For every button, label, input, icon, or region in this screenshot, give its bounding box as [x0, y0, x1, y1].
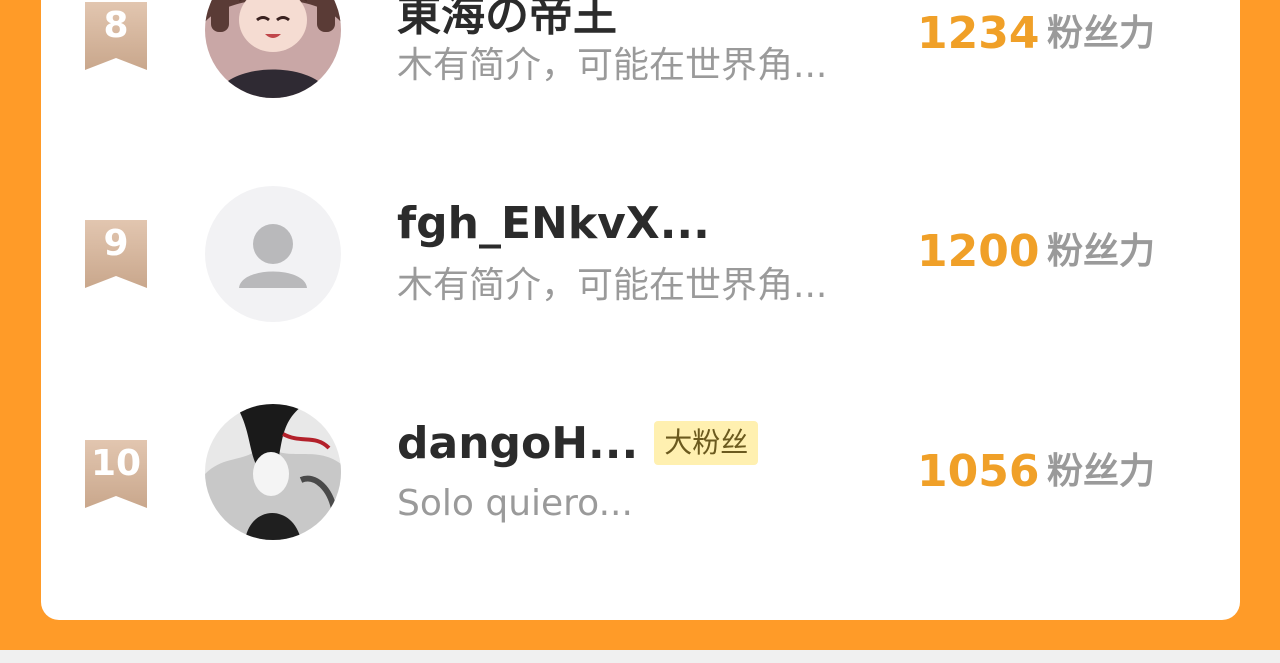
user-name[interactable]: fgh_ENkvX... [397, 198, 710, 250]
fan-score-unit: 粉丝力 [1047, 451, 1156, 492]
leaderboard-row[interactable]: 8 東海の帝王 木有简介，可能在世界角... 1234 粉丝力 [41, 0, 1240, 110]
rank-number: 10 [90, 443, 142, 484]
fan-score-unit: 粉丝力 [1047, 231, 1156, 272]
leaderboard-card: 8 東海の帝王 木有简介，可能在世界角... 1234 粉丝力 9 fgh_EN… [41, 0, 1240, 620]
user-name[interactable]: dangoH... 大粉丝 [397, 418, 759, 470]
fan-score-unit: 粉丝力 [1047, 13, 1156, 54]
user-bio: Solo quiero... [397, 483, 633, 524]
rank-badge: 10 [85, 440, 147, 508]
rank-badge: 9 [85, 220, 147, 288]
rank-number: 8 [103, 5, 129, 46]
fan-score: 1234 [917, 8, 1040, 59]
fan-score: 1200 [917, 226, 1040, 277]
user-bio: 木有简介，可能在世界角... [397, 45, 828, 86]
leaderboard-row[interactable]: 9 fgh_ENkvX... 木有简介，可能在世界角... 1200 粉丝力 [41, 178, 1240, 328]
anime-girl-avatar-icon [205, 0, 341, 98]
anime-boy-avatar-icon [205, 404, 341, 540]
fan-score: 1056 [917, 446, 1040, 497]
user-name-text: dangoH... [397, 418, 639, 469]
big-fan-badge: 大粉丝 [654, 421, 759, 465]
leaderboard-row[interactable]: 10 dangoH... 大粉丝 Solo quiero... 1056 粉丝力 [41, 398, 1240, 548]
rank-number: 9 [103, 223, 129, 264]
rank-badge: 8 [85, 2, 147, 70]
user-avatar[interactable] [205, 404, 341, 540]
user-avatar[interactable] [205, 0, 341, 98]
user-bio: 木有简介，可能在世界角... [397, 265, 828, 306]
user-name[interactable]: 東海の帝王 [397, 0, 617, 42]
bottom-strip [0, 650, 1280, 663]
user-avatar[interactable] [205, 186, 341, 322]
default-user-avatar-icon [239, 224, 307, 288]
